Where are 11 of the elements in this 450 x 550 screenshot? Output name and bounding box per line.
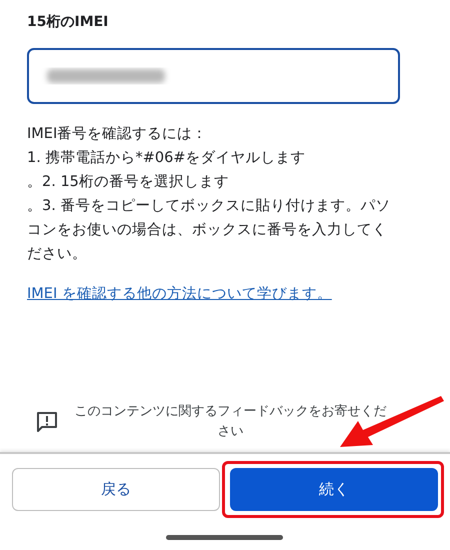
feedback-icon[interactable] [35, 410, 59, 434]
help-link[interactable]: IMEI を確認する他の方法について学びます。 [27, 284, 332, 306]
continue-button[interactable]: 続く [230, 468, 438, 511]
imei-input-field[interactable] [27, 48, 400, 104]
instruction-line: IMEI番号を確認するには： [27, 125, 208, 144]
instruction-line: 。2. 15桁の番号を選択します [27, 173, 230, 192]
instruction-line: 1. 携帯電話から*#06#をダイヤルします [27, 149, 306, 168]
section-title: 15桁のIMEI [27, 13, 110, 32]
instruction-line: 。3. 番号をコピーしてボックスに貼り付けます。パソコンをお使いの場合は、ボックスに番号を入力してください。 [27, 197, 392, 264]
feedback-text[interactable]: このコンテンツに関するフィードバックをお寄せください [59, 402, 400, 442]
back-button[interactable]: 戻る [12, 468, 220, 511]
